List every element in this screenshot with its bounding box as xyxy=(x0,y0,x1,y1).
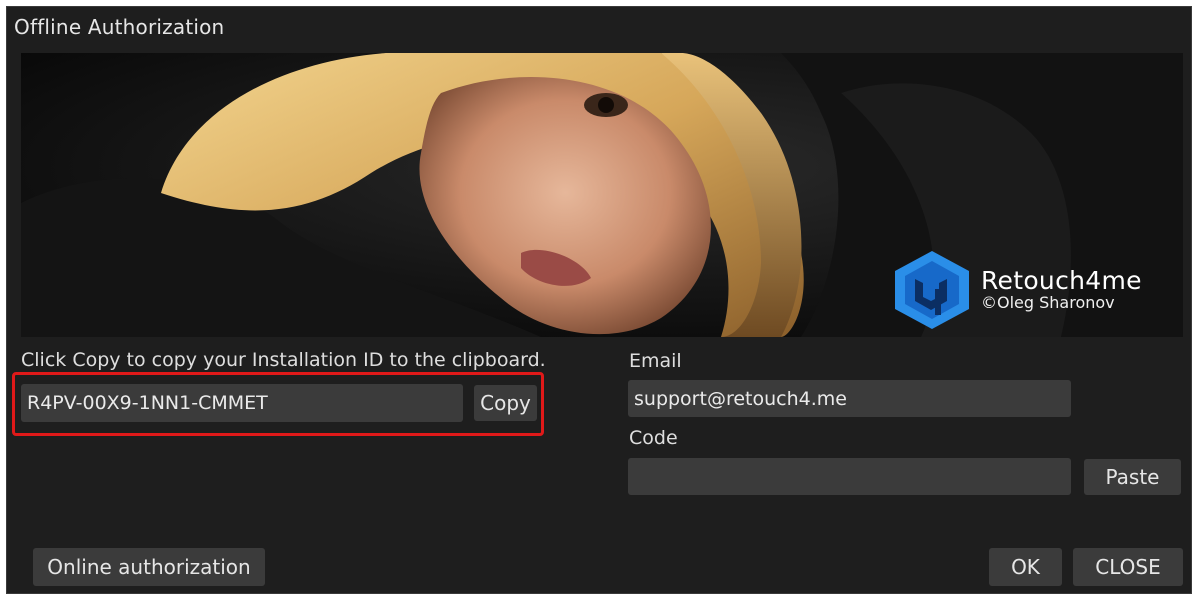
offline-authorization-dialog: Offline Authorization Retouch4me ©Oleg S… xyxy=(6,6,1192,594)
installation-id-hint: Click Copy to copy your Installation ID … xyxy=(21,349,546,371)
online-authorization-button[interactable]: Online authorization xyxy=(33,548,265,586)
copyright-text: ©Oleg Sharonov xyxy=(981,293,1115,312)
close-button[interactable]: CLOSE xyxy=(1073,548,1183,586)
paste-button[interactable]: Paste xyxy=(1084,459,1181,495)
retouch4me-logo: Retouch4me ©Oleg Sharonov xyxy=(891,249,1142,331)
dialog-title: Offline Authorization xyxy=(14,15,225,39)
banner-image: Retouch4me ©Oleg Sharonov xyxy=(21,53,1183,337)
installation-id-field[interactable] xyxy=(21,384,463,422)
ok-button[interactable]: OK xyxy=(989,548,1062,586)
brand-name: Retouch4me xyxy=(981,266,1142,295)
code-label: Code xyxy=(629,427,678,449)
copy-button[interactable]: Copy xyxy=(474,385,537,421)
code-field[interactable] xyxy=(628,458,1071,495)
retouch4me-logo-icon xyxy=(895,251,969,329)
email-label: Email xyxy=(629,350,682,372)
email-field[interactable] xyxy=(628,380,1071,417)
